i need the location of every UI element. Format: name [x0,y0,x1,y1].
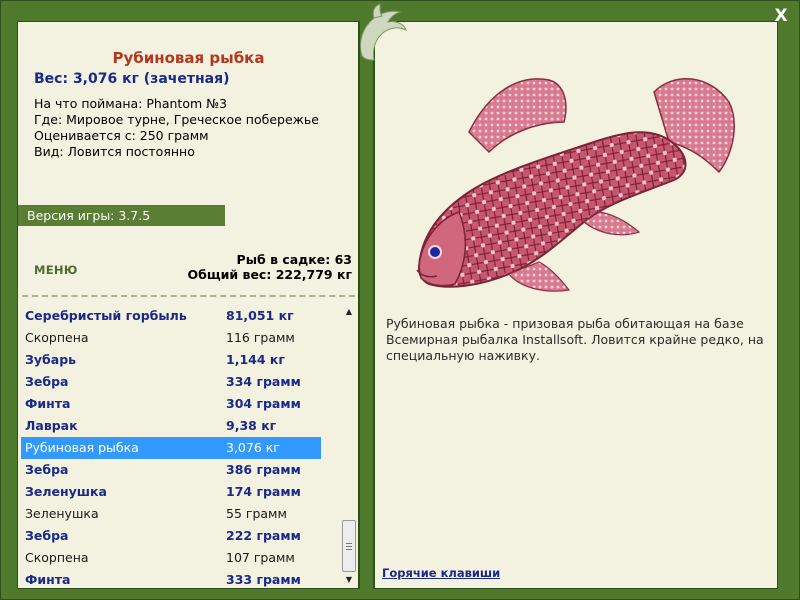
fish-name: Зубарь [25,352,77,367]
fish-name: Финта [25,396,71,411]
fish-name: Зебра [25,528,69,543]
fish-name: Лаврак [25,418,78,433]
list-item[interactable]: Скорпена 116 грамм [21,327,321,349]
fish-name: Зеленушка [25,484,107,499]
fish-name: Зеленушка [25,506,99,521]
fish-weight-value: 333 грамм [226,572,301,587]
fish-name: Рубиновая рыбка [25,440,139,455]
fish-name: Скорпена [25,330,89,345]
fish-weight-value: 174 грамм [226,484,301,499]
fish-bait: На что поймана: Phantom №3 [34,96,228,111]
fish-weight-value: 1,144 кг [226,352,285,367]
ruby-fish-image [416,78,735,292]
fish-weight-value: 334 грамм [226,374,301,389]
hotkeys-link[interactable]: Горячие клавиши [382,566,500,580]
list-item[interactable]: Зебра 386 грамм [21,459,321,481]
scroll-down-icon[interactable]: ▼ [341,572,357,588]
grip-line [346,549,352,550]
fish-weight-value: 107 грамм [226,550,295,565]
divider [22,295,355,297]
fish-weight-value: 81,051 кг [226,308,294,323]
list-item-selected[interactable]: Рубиновая рыбка 3,076 кг [21,437,321,459]
scrollbar[interactable]: ▲ ▼ [341,304,357,588]
fish-name: Финта [25,572,71,587]
fish-valued: Оценивается с: 250 грамм [34,128,209,143]
total-weight: Общий вес: 222,779 кг [187,267,353,282]
dolphin-logo-icon [360,3,407,61]
scroll-thumb[interactable] [342,520,356,572]
catch-list[interactable]: Серебристый горбыль 81,051 кг Скорпена 116 … [18,301,359,588]
fish-weight-value: 386 грамм [226,462,301,477]
list-item[interactable]: Зеленушка 174 грамм [21,481,321,503]
list-item[interactable]: Финта 333 грамм [21,569,321,588]
fish-weight: Вес: 3,076 кг (зачетная) [34,71,230,87]
fish-weight-value: 116 грамм [226,330,295,345]
fish-weight-value: 222 грамм [226,528,301,543]
fish-count: Рыб в садке: 63 [236,252,352,267]
list-item[interactable]: Зебра 222 грамм [21,525,321,547]
scroll-up-icon[interactable]: ▲ [341,304,357,320]
list-item[interactable]: Зебра 334 грамм [21,371,321,393]
left-panel: Рубиновая рыбка Вес: 3,076 кг (зачетная)… [17,21,360,589]
grip-line [346,543,352,544]
fish-weight-value: 3,076 кг [226,440,280,455]
version-bar: Версия игры: 3.7.5 [18,205,225,226]
list-item[interactable]: Лаврак 9,38 кг [21,415,321,437]
right-panel: Рубиновая рыбка - призовая рыба обитающа… [373,21,778,589]
fish-location: Где: Мировое турне, Греческое побережье [34,112,319,127]
fish-name: Скорпена [25,550,89,565]
fish-weight-value: 9,38 кг [226,418,277,433]
fish-type: Вид: Ловится постоянно [34,144,195,159]
list-item[interactable]: Скорпена 107 грамм [21,547,321,569]
list-item[interactable]: Зеленушка 55 грамм [21,503,321,525]
catch-stats: Рыб в садке: 63 Общий вес: 222,779 кг [188,252,353,282]
list-item[interactable]: Финта 304 грамм [21,393,321,415]
fish-weight-value: 304 грамм [226,396,301,411]
fish-name: Серебристый горбыль [25,308,187,323]
fish-name: Зебра [25,462,69,477]
grip-line [346,546,352,547]
menu-button[interactable]: МЕНЮ [34,263,78,277]
list-item[interactable]: Серебристый горбыль 81,051 кг [21,305,321,327]
fish-weight-value: 55 грамм [226,506,287,521]
list-item[interactable]: Зубарь 1,144 кг [21,349,321,371]
fish-name: Зебра [25,374,69,389]
fish-description: Рубиновая рыбка - призовая рыба обитающа… [386,316,764,363]
fish-title: Рубиновая рыбка [112,49,265,67]
